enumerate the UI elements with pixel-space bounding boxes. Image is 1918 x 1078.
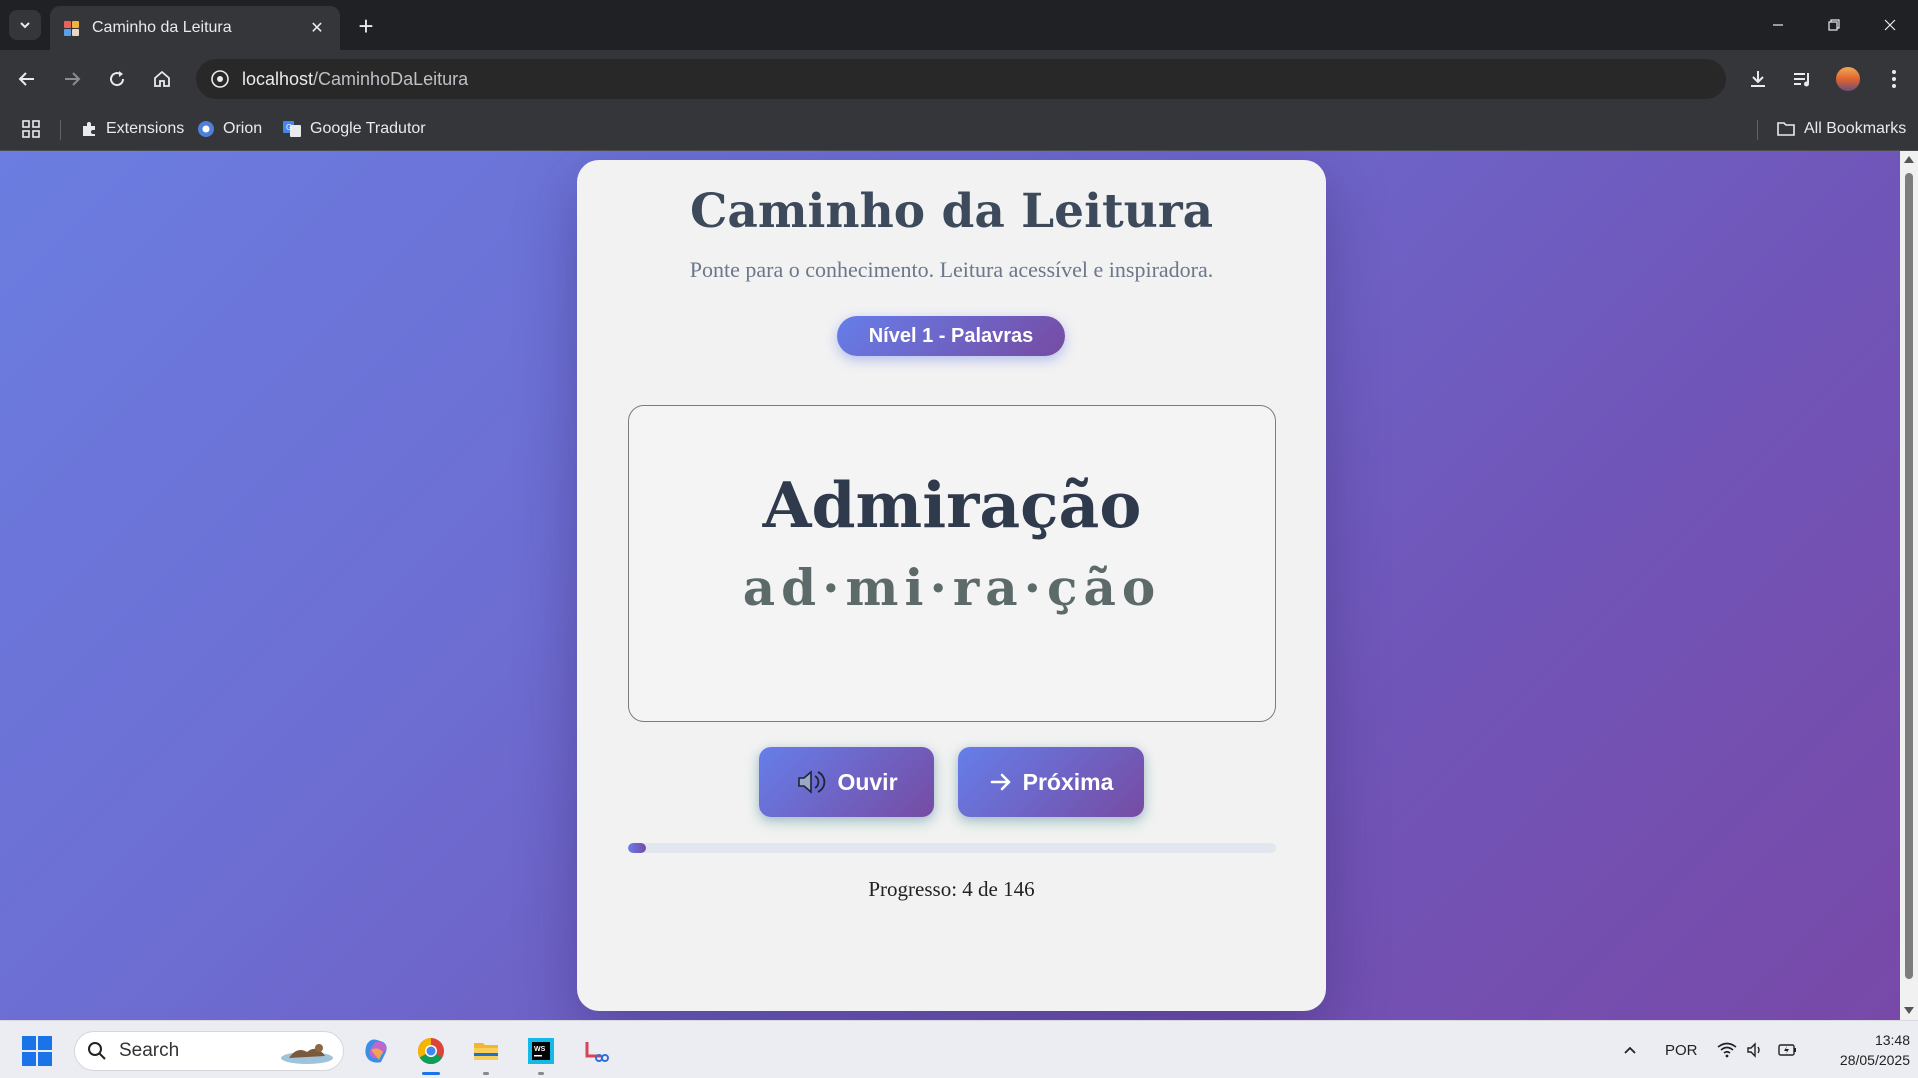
page-subtitle: Ponte para o conhecimento. Leitura acess… <box>689 257 1214 282</box>
address-bar[interactable]: localhost/CaminhoDaLeitura <box>196 59 1726 99</box>
page-scrollbar[interactable] <box>1900 151 1918 1020</box>
wifi-icon[interactable] <box>1717 1021 1737 1078</box>
progress-label: Progresso: 4 de 146 <box>868 877 1035 901</box>
progress-bar-fill <box>628 843 646 853</box>
running-app-indicator <box>483 1072 489 1075</box>
site-favicon-icon <box>62 18 82 38</box>
minimize-icon[interactable] <box>1758 10 1798 40</box>
file-explorer-icon[interactable] <box>468 1033 504 1075</box>
bookmark-orion[interactable]: Orion <box>197 116 262 142</box>
windows-start-icon[interactable] <box>22 1036 52 1066</box>
search-highlight-icon <box>281 1044 333 1064</box>
arrow-right-icon <box>989 771 1013 793</box>
chrome-icon[interactable] <box>413 1033 449 1075</box>
profile-avatar[interactable] <box>1832 63 1864 95</box>
chevron-down-icon <box>20 22 30 29</box>
close-tab-icon[interactable]: ✕ <box>306 17 328 39</box>
speaker-icon <box>795 767 827 797</box>
new-tab-button[interactable]: + <box>352 11 380 41</box>
browser-toolbar: localhost/CaminhoDaLeitura <box>0 50 1918 108</box>
close-window-icon[interactable] <box>1870 10 1910 40</box>
clock-date: 28/05/2025 <box>1839 1052 1910 1068</box>
taskbar-search[interactable]: Search <box>74 1031 344 1071</box>
svg-text:G: G <box>286 123 292 132</box>
puzzle-icon <box>80 120 98 138</box>
language-indicator[interactable]: POR <box>1665 1021 1698 1078</box>
tab-title: Caminho da Leitura <box>92 19 232 36</box>
show-hidden-icons-icon[interactable] <box>1622 1021 1638 1078</box>
copilot-icon[interactable] <box>358 1033 394 1069</box>
page-viewport: Caminho da Leitura Ponte para o conhecim… <box>0 151 1900 1020</box>
taskbar: Search WS POR 13:48 28/05/2025 <box>0 1020 1918 1078</box>
folder-icon <box>1776 120 1796 138</box>
clock-time: 13:48 <box>1874 1032 1910 1048</box>
home-icon[interactable] <box>146 63 178 95</box>
snipping-tool-icon[interactable] <box>578 1033 614 1069</box>
battery-icon[interactable] <box>1778 1021 1798 1078</box>
download-icon[interactable] <box>1742 63 1774 95</box>
scroll-down-icon[interactable] <box>1904 1007 1914 1014</box>
level-badge: Nível 1 - Palavras <box>837 316 1065 356</box>
running-app-indicator <box>538 1072 544 1075</box>
listen-button[interactable]: Ouvir <box>759 747 934 817</box>
site-info-icon[interactable] <box>210 69 230 89</box>
reading-card: Caminho da Leitura Ponte para o conhecim… <box>577 160 1326 1011</box>
word-display: Admiração ad·mi·ra·ção <box>628 405 1276 722</box>
forward-arrow-icon[interactable] <box>56 63 88 95</box>
search-icon <box>88 1042 106 1060</box>
page-title: Caminho da Leitura <box>689 184 1214 239</box>
next-button[interactable]: Próxima <box>958 747 1144 817</box>
tab-strip: Caminho da Leitura ✕ + <box>0 0 1918 50</box>
url-text: localhost/CaminhoDaLeitura <box>242 68 469 89</box>
tab-search-button[interactable] <box>9 10 41 40</box>
svg-text:WS: WS <box>534 1046 546 1053</box>
active-app-indicator <box>422 1072 440 1075</box>
bookmark-google-tradutor[interactable]: G Google Tradutor <box>282 116 426 142</box>
scroll-up-icon[interactable] <box>1904 156 1914 163</box>
back-arrow-icon[interactable] <box>11 63 43 95</box>
bookmark-extensions[interactable]: Extensions <box>80 116 184 142</box>
bookmarks-divider <box>1757 120 1758 140</box>
volume-icon[interactable] <box>1746 1021 1764 1078</box>
media-controls-icon[interactable] <box>1786 63 1818 95</box>
word-syllables: ad·mi·ra·ção <box>742 558 1162 617</box>
translate-icon: G <box>282 120 302 138</box>
menu-kebab-icon[interactable] <box>1878 63 1910 95</box>
progress-bar <box>628 843 1276 853</box>
system-clock[interactable]: 13:48 28/05/2025 <box>1810 1030 1910 1070</box>
webstorm-icon[interactable]: WS <box>523 1033 559 1075</box>
orion-icon <box>197 120 215 138</box>
bookmarks-bar: Extensions Orion G Google Tradutor All B… <box>0 108 1918 151</box>
all-bookmarks[interactable]: All Bookmarks <box>1776 116 1906 142</box>
reload-icon[interactable] <box>101 63 133 95</box>
current-word: Admiração <box>762 468 1142 542</box>
restore-icon[interactable] <box>1814 10 1854 40</box>
apps-grid-icon[interactable] <box>21 116 41 142</box>
browser-tab[interactable]: Caminho da Leitura ✕ <box>50 6 340 50</box>
bookmarks-divider <box>60 120 61 140</box>
scrollbar-thumb[interactable] <box>1905 173 1913 979</box>
